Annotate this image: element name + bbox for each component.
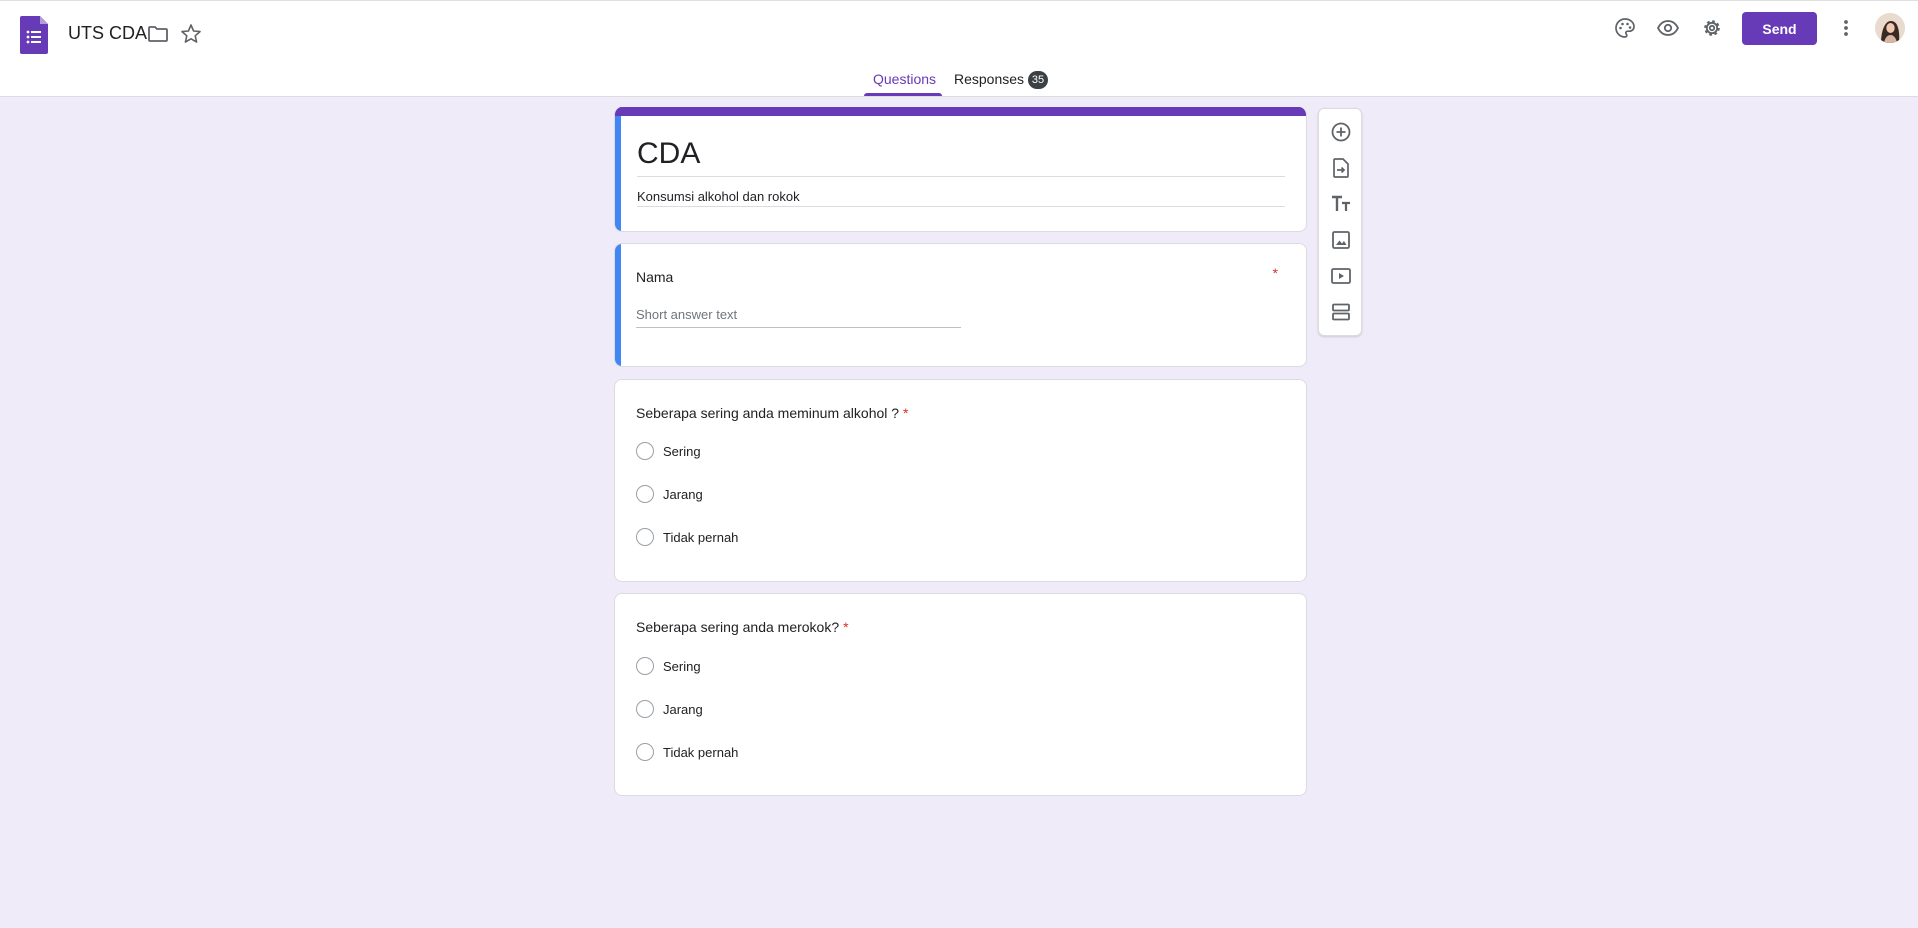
form-description[interactable]: Konsumsi alkohol dan rokok	[637, 189, 800, 204]
header-accent-strip	[615, 107, 1306, 116]
option-jarang[interactable]: Jarang	[636, 700, 836, 720]
option-label: Tidak pernah	[663, 745, 739, 760]
forms-logo-icon[interactable]	[20, 16, 48, 54]
option-sering[interactable]: Sering	[636, 657, 836, 677]
gear-icon[interactable]	[1700, 16, 1724, 40]
option-label: Jarang	[663, 487, 703, 502]
question-title[interactable]: Seberapa sering anda merokok? *	[636, 619, 849, 635]
radio-button[interactable]	[636, 528, 654, 546]
required-asterisk: *	[843, 619, 849, 635]
add-question-icon[interactable]	[1329, 120, 1353, 144]
radio-button[interactable]	[636, 700, 654, 718]
question-card-merokok[interactable]: Seberapa sering anda merokok? * Sering Ja…	[614, 593, 1307, 796]
eye-icon[interactable]	[1656, 16, 1680, 40]
star-icon[interactable]	[179, 22, 203, 46]
import-questions-icon[interactable]	[1329, 156, 1353, 180]
add-title-icon[interactable]	[1329, 192, 1353, 216]
add-image-icon[interactable]	[1329, 228, 1353, 252]
more-vert-icon[interactable]	[1834, 16, 1858, 40]
floating-toolbar	[1318, 108, 1362, 336]
radio-button[interactable]	[636, 442, 654, 460]
tab-active-indicator	[864, 93, 942, 96]
tab-questions[interactable]: Questions	[873, 71, 936, 87]
add-video-icon[interactable]	[1329, 264, 1353, 288]
option-label: Jarang	[663, 702, 703, 717]
option-tidak-pernah[interactable]: Tidak pernah	[636, 743, 836, 763]
folder-icon[interactable]	[146, 22, 170, 46]
document-title[interactable]: UTS CDA	[68, 23, 147, 44]
avatar[interactable]	[1875, 13, 1905, 43]
option-label: Tidak pernah	[663, 530, 739, 545]
required-asterisk: *	[903, 405, 909, 421]
divider	[637, 206, 1285, 207]
palette-icon[interactable]	[1613, 16, 1637, 40]
tab-bar: Questions Responses 35	[0, 67, 1918, 98]
option-tidak-pernah[interactable]: Tidak pernah	[636, 528, 836, 548]
radio-button[interactable]	[636, 657, 654, 675]
question-card-alkohol[interactable]: Seberapa sering anda meminum alkohol ? * …	[614, 379, 1307, 582]
responses-count-badge: 35	[1028, 71, 1048, 89]
short-answer-underline	[636, 327, 961, 328]
radio-button[interactable]	[636, 743, 654, 761]
top-bar: UTS CDA Send Questions Responses 35	[0, 0, 1918, 97]
short-answer-placeholder: Short answer text	[636, 307, 738, 322]
question-title[interactable]: Nama	[636, 269, 673, 285]
option-label: Sering	[663, 659, 701, 674]
form-header-card[interactable]: CDA Konsumsi alkohol dan rokok	[614, 107, 1307, 232]
tab-responses[interactable]: Responses	[954, 71, 1024, 87]
option-label: Sering	[663, 444, 701, 459]
question-title[interactable]: Seberapa sering anda meminum alkohol ? *	[636, 405, 909, 421]
send-button[interactable]: Send	[1742, 12, 1817, 45]
divider	[637, 176, 1285, 177]
question-card-nama[interactable]: Nama * Short answer text	[614, 243, 1307, 367]
add-section-icon[interactable]	[1329, 300, 1353, 324]
option-jarang[interactable]: Jarang	[636, 485, 836, 505]
question-title-text: Seberapa sering anda merokok?	[636, 619, 840, 635]
required-asterisk: *	[1272, 265, 1278, 281]
option-sering[interactable]: Sering	[636, 442, 836, 462]
radio-button[interactable]	[636, 485, 654, 503]
question-title-text: Seberapa sering anda meminum alkohol ?	[636, 405, 900, 421]
